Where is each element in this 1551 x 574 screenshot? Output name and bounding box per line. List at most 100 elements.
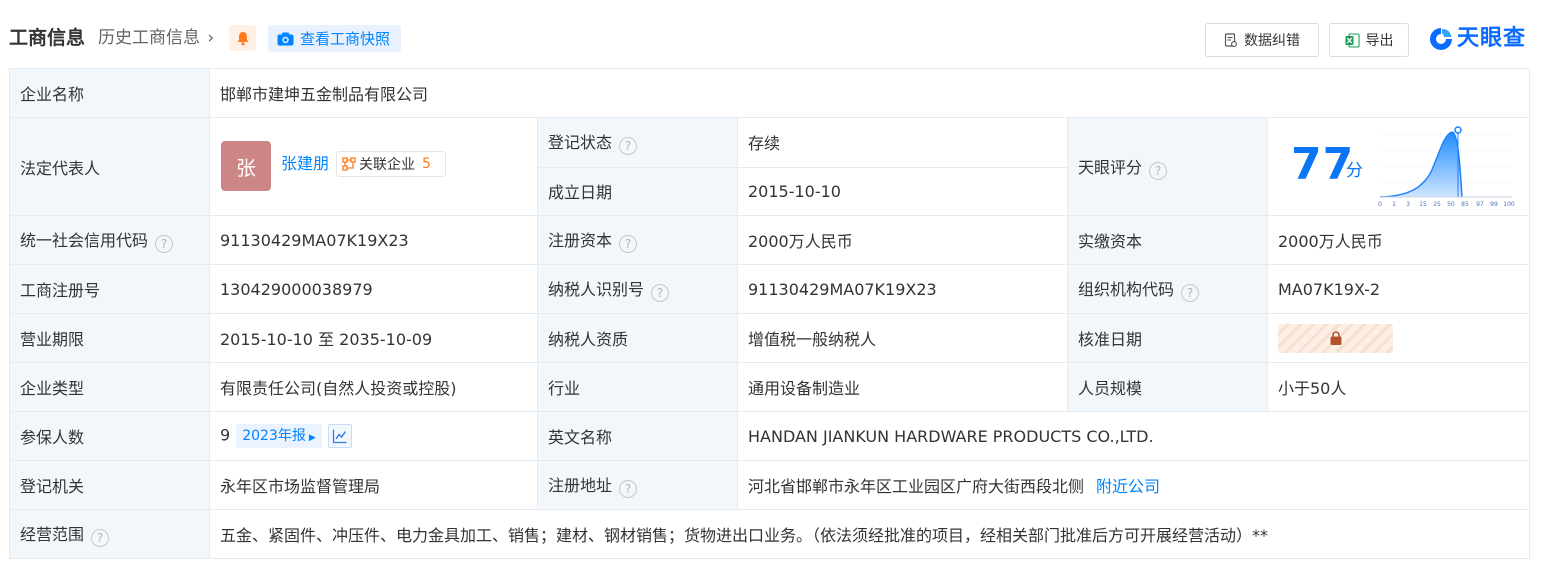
bell-icon [237,31,248,45]
score-cell[interactable]: 77 分 0 1 3 15 25 50 85 97 99 100 [1266,117,1531,216]
logo-text: 天眼查 [1457,26,1527,51]
export-button[interactable]: 导出 [1329,23,1409,57]
reg-address-cell: 河北省邯郸市永年区工业园区广府大街西段北侧 附近公司 [736,460,1531,510]
taxpayer-id-label-cell: 纳税人识别号? [537,264,738,314]
english-name-label: 英文名称 [537,411,738,461]
reg-capital-value: 2000万人民币 [737,215,1068,265]
term-label: 营业期限 [9,313,210,363]
insured-cell: 9 2023年报 ▶ [209,411,538,461]
est-date-label: 成立日期 [537,166,738,216]
reg-address-label-cell: 注册地址? [537,460,738,510]
question-circle-icon[interactable]: ? [1149,161,1168,180]
view-snapshot-button[interactable]: 查看工商快照 [268,25,401,52]
score-value: 77 [1291,139,1355,190]
section-title: 工商信息 [9,27,86,49]
approval-date-label: 核准日期 [1067,313,1268,363]
tax-qual-value: 增值税一般纳税人 [737,313,1068,363]
nearby-companies-link[interactable]: 附近公司 [1096,477,1160,496]
reg-authority-label: 登记机关 [9,460,210,510]
table-row: 统一社会信用代码? 91130429MA07K19X23 注册资本? 2000万… [9,215,1531,265]
score-tick: 1 [1392,201,1396,208]
table-row: 经营范围? 五金、紧固件、冲压件、电力金具加工、销售；建材、钢材销售；货物进出口… [9,509,1531,559]
insured-label: 参保人数 [9,411,210,461]
company-name-value: 邯郸市建坤五金制品有限公司 [208,68,1531,118]
score-tick: 99 [1490,201,1498,208]
score-tick: 100 [1503,201,1515,208]
company-name-label: 企业名称 [9,68,210,118]
history-info-label: 历史工商信息 [98,28,200,48]
credit-code-label-cell: 统一社会信用代码? [9,215,210,265]
question-circle-icon[interactable]: ? [651,284,670,302]
question-circle-icon[interactable]: ? [91,529,110,547]
reg-status-label: 登记状态 [548,133,613,153]
table-row: 企业类型 有限责任公司(自然人投资或控股) 行业 通用设备制造业 人员规模 小于… [9,362,1531,412]
section-header: 工商信息 历史工商信息 › 查看工商快照 数据纠错 导出 天眼查 [0,0,1551,68]
related-companies-button[interactable]: 关联企业 5 [336,151,446,177]
staff-size-value: 小于50人 [1266,362,1531,412]
history-info-link[interactable]: 历史工商信息 › [98,27,214,49]
scope-value: 五金、紧固件、冲压件、电力金具加工、销售；建材、钢材销售；货物进出口业务。（依法… [208,509,1531,559]
taxpayer-id-value: 91130429MA07K19X23 [737,264,1068,314]
legal-rep-label: 法定代表人 [9,117,210,216]
question-circle-icon[interactable]: ? [619,235,638,253]
related-companies-count: 5 [422,156,431,172]
table-row: 工商注册号 130429000038979 纳税人识别号? 91130429MA… [9,264,1531,314]
locked-value-button[interactable] [1278,323,1393,353]
table-row: 参保人数 9 2023年报 ▶ 英文名称 HANDAN JIANKUN HARDWA… [9,411,1531,461]
score-tick: 50 [1447,201,1455,208]
annual-report-year-label: 2023年报 [242,428,306,444]
score-unit: 分 [1346,161,1363,181]
related-companies-label: 关联企业 [359,157,415,173]
annual-report-year-dropdown[interactable]: 2023年报 ▶ [236,424,322,448]
export-label: 导出 [1365,33,1394,49]
tax-qual-label: 纳税人资质 [537,313,738,363]
table-row: 营业期限 2015-10-10 至 2035-10-09 纳税人资质 增值税一般… [9,313,1531,363]
reg-authority-value: 永年区市场监督管理局 [209,460,538,510]
avatar[interactable]: 张 [221,141,271,191]
trend-chart-button[interactable] [327,424,352,448]
reg-status-value: 存续 [737,117,1068,168]
chevron-right-icon: › [207,28,215,48]
data-feedback-label: 数据纠错 [1244,33,1300,49]
est-date-value: 2015-10-10 [737,166,1068,216]
term-value: 2015-10-10 至 2035-10-09 [209,313,538,363]
score-distribution-chart: 0 1 3 15 25 50 85 97 99 100 [1378,126,1515,208]
reg-status-label-cell: 登记状态? [537,117,738,168]
network-icon [342,157,356,171]
paid-capital-label: 实缴资本 [1067,215,1268,265]
data-feedback-button[interactable]: 数据纠错 [1205,23,1319,57]
company-type-value: 有限责任公司(自然人投资或控股) [209,362,538,412]
table-row: 法定代表人 张 张建朋 关联企业 5 登记状态? 存续 天眼评分? 77 分 0… [9,117,1531,216]
reg-capital-label: 注册资本 [548,231,613,250]
reg-capital-label-cell: 注册资本? [537,215,738,265]
company-type-label: 企业类型 [9,362,210,412]
business-info-table: 企业名称 邯郸市建坤五金制品有限公司 法定代表人 张 张建朋 关联企业 5 登记… [9,68,1531,559]
question-circle-icon[interactable]: ? [619,137,638,156]
table-row: 登记机关 永年区市场监督管理局 注册地址? 河北省邯郸市永年区工业园区广府大街西… [9,460,1531,510]
lock-icon [1330,331,1341,345]
question-circle-icon[interactable]: ? [619,480,638,498]
credit-code-label: 统一社会信用代码 [20,231,149,250]
staff-size-label: 人员规模 [1067,362,1268,412]
reg-address-value: 河北省邯郸市永年区工业园区广府大街西段北侧 [748,477,1085,496]
caret-right-icon: ▶ [308,433,316,443]
legal-rep-cell: 张 张建朋 关联企业 5 [209,117,538,216]
paid-capital-value: 2000万人民币 [1266,215,1531,265]
score-tick: 0 [1378,201,1382,208]
trend-chart-icon [332,429,347,444]
score-label-cell: 天眼评分? [1067,117,1268,216]
reg-no-value: 130429000038979 [209,264,538,314]
org-code-label-cell: 组织机构代码? [1067,264,1268,314]
approval-date-cell [1266,313,1531,363]
legal-rep-name-link[interactable]: 张建朋 [281,153,329,175]
industry-label: 行业 [537,362,738,412]
credit-code-value: 91130429MA07K19X23 [209,215,538,265]
camera-icon [277,32,294,45]
question-circle-icon[interactable]: ? [1181,284,1200,302]
monitor-bell-button[interactable] [229,25,256,51]
industry-value: 通用设备制造业 [737,362,1068,412]
score-tick: 15 [1419,201,1427,208]
english-name-value: HANDAN JIANKUN HARDWARE PRODUCTS CO.,LTD… [736,411,1531,461]
question-circle-icon[interactable]: ? [155,235,174,253]
scope-label: 经营范围 [20,525,85,544]
